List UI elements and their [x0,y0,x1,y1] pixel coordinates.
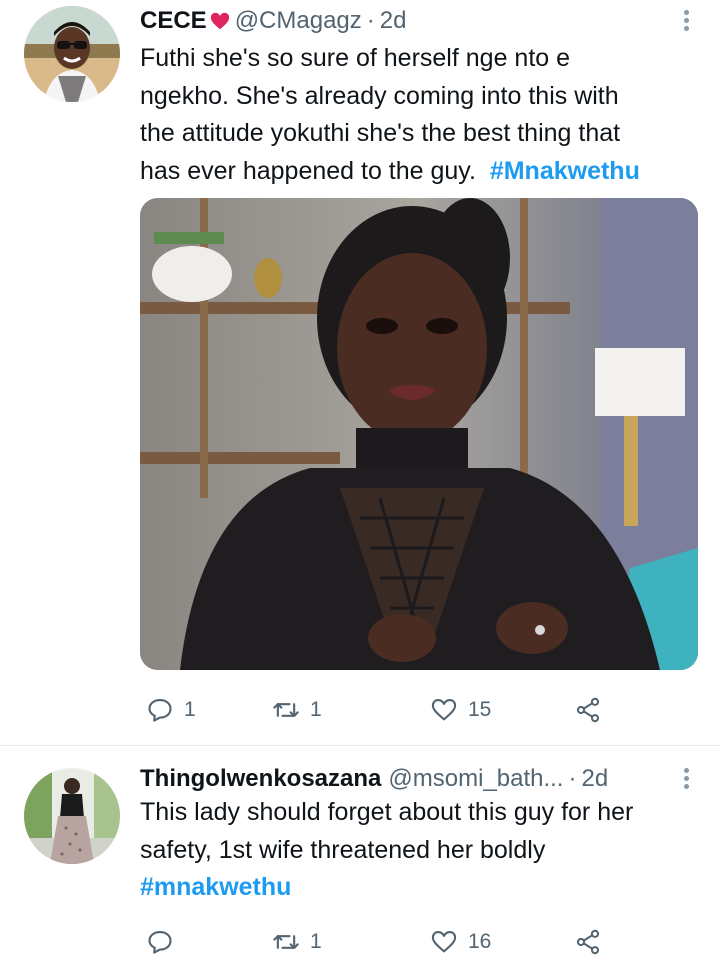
heart-outline-icon [431,931,457,953]
share-button[interactable] [574,924,602,960]
tweet-text-line: safety, 1st wife threatened her boldly [140,835,546,864]
separator-dot: · [568,765,577,792]
reply-button[interactable] [146,924,184,960]
reply-button[interactable]: 1 [146,692,196,728]
tweet-text: This lady should forget about this guy f… [140,794,700,907]
photo-woman-gif [140,198,698,670]
author-handle[interactable]: @CMagagz [235,7,362,35]
share-button[interactable] [574,692,602,728]
tweet-text-line: ngekho. She's already coming into this w… [140,81,619,110]
red-heart-emoji-icon [210,12,229,30]
like-count: 15 [468,698,492,721]
tweet-text-line: has ever happened to the guy. #Mnakwethu [140,153,700,191]
timestamp[interactable]: 2d [380,7,407,35]
comment-icon [148,931,172,954]
retweet-icon [273,703,299,717]
tweet-header: Thingolwenkosazana @msomi_bath... · 2d [140,764,680,794]
timestamp[interactable]: 2d [581,765,608,793]
tweet-actions: 1 16 [140,924,620,960]
avatar-image [24,6,120,102]
like-button[interactable]: 16 [430,924,491,960]
like-button[interactable]: 15 [430,692,491,728]
avatar[interactable] [24,6,120,102]
reply-count: 1 [184,698,196,721]
avatar[interactable] [24,768,120,864]
tweet-media-image[interactable] [140,198,698,670]
retweet-count: 1 [310,930,322,953]
retweet-button[interactable]: 1 [272,692,322,728]
tweet-text: Futhi she's so sure of herself nge nto e… [140,40,700,190]
avatar-image [24,768,120,864]
share-icon [576,929,600,955]
tweet-text-segment: has ever happened to the guy. [140,156,476,185]
more-vertical-icon[interactable] [684,10,690,34]
hashtag-link[interactable]: #Mnakwethu [490,157,640,185]
author-name[interactable]: Thingolwenkosazana [140,765,381,793]
comment-icon [148,699,172,722]
tweet-text-line: This lady should forget about this guy f… [140,798,634,826]
tweet-actions: 1 1 15 [140,692,620,728]
retweet-button[interactable]: 1 [272,924,322,960]
retweet-icon [273,935,299,949]
more-vertical-icon[interactable] [684,768,690,792]
tweet-text-line: Futhi she's so sure of herself nge nto e [140,44,571,72]
hashtag-link[interactable]: #mnakwethu [140,869,700,907]
heart-outline-icon [431,699,457,721]
like-count: 16 [468,930,492,953]
author-handle[interactable]: @msomi_bath... [388,765,563,793]
separator-dot: · [366,7,375,34]
share-icon [576,697,600,723]
author-name[interactable]: CECE [140,7,207,35]
tweet[interactable]: CECE @CMagagz · 2d Futhi she's so sure o… [0,0,720,745]
tweet-text-line: the attitude yokuthi she's the best thin… [140,119,621,147]
retweet-count: 1 [310,698,322,721]
tweet-header: CECE @CMagagz · 2d [140,6,680,36]
tweet[interactable]: Thingolwenkosazana @msomi_bath... · 2d T… [0,746,720,970]
